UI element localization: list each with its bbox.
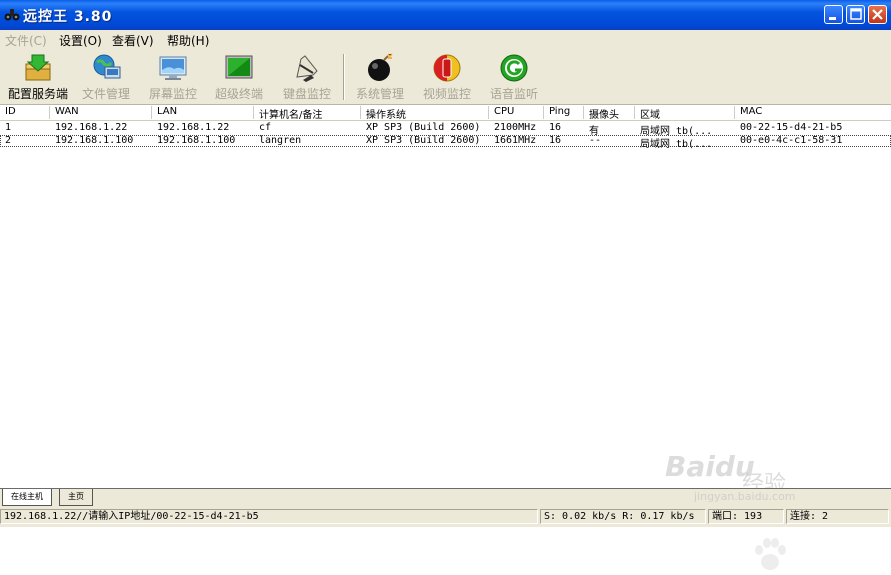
status-address: 192.168.1.22//请输入IP地址/00-22-15-d4-21-b5 xyxy=(0,509,538,524)
status-connections: 连接: 2 xyxy=(786,509,889,524)
table-row[interactable]: 2 192.168.1.100 192.168.1.100 langren XP… xyxy=(0,135,891,150)
voice-monitor-button[interactable]: 语音监听 xyxy=(488,53,540,102)
cell-wan: 192.168.1.22 xyxy=(55,122,128,133)
maximize-icon xyxy=(850,8,862,20)
cell-id: 1 xyxy=(5,122,12,133)
menu-bar: 文件(C) 设置(O) 查看(V) 帮助(H) xyxy=(0,30,891,50)
host-list-header: ID WAN LAN 计算机名/备注 操作系统 CPU Ping 摄像头 区域 … xyxy=(0,105,891,121)
cell-computer-name: langren xyxy=(259,135,302,146)
screen-monitor-icon xyxy=(159,56,187,80)
minimize-button[interactable] xyxy=(824,5,843,24)
status-port: 端口: 193 xyxy=(708,509,784,524)
cell-ping: 16 xyxy=(549,122,562,133)
cell-wan: 192.168.1.100 xyxy=(55,135,134,146)
cell-computer-name: cf xyxy=(259,122,272,133)
file-manager-button[interactable]: 文件管理 xyxy=(80,53,132,102)
col-mac[interactable]: MAC xyxy=(735,106,891,119)
cell-camera: -- xyxy=(589,135,602,146)
cell-os: XP SP3 (Build 2600) xyxy=(366,122,481,133)
system-manage-icon xyxy=(368,53,393,81)
cell-region: 局域网 tb(... xyxy=(640,139,713,150)
cell-id: 2 xyxy=(5,135,12,146)
menu-file[interactable]: 文件(C) xyxy=(5,32,47,49)
video-monitor-button[interactable]: 视频监控 xyxy=(421,53,473,102)
close-icon xyxy=(872,9,883,20)
cell-cpu: 2100MHz xyxy=(494,122,537,133)
col-computer-name[interactable]: 计算机名/备注 xyxy=(254,106,361,121)
config-server-icon xyxy=(25,54,51,81)
menu-settings[interactable]: 设置(O) xyxy=(59,32,102,49)
cell-os: XP SP3 (Build 2600) xyxy=(366,135,481,146)
toolbar: 配置服务端 文件管理 屏幕监控 超级终端 键盘监控 系统管理 视频监控 语音监听 xyxy=(0,50,891,105)
system-manage-button[interactable]: 系统管理 xyxy=(354,53,406,102)
minimize-icon xyxy=(829,17,836,20)
title-bar[interactable]: 远控王 3.80 xyxy=(0,0,891,30)
cell-lan: 192.168.1.22 xyxy=(157,122,230,133)
status-speed: S: 0.02 kb/s R: 0.17 kb/s xyxy=(540,509,706,524)
col-id[interactable]: ID xyxy=(0,106,50,119)
col-wan[interactable]: WAN xyxy=(50,106,152,119)
col-region[interactable]: 区域 xyxy=(635,106,735,121)
col-ping[interactable]: Ping xyxy=(544,106,584,119)
cell-mac: 00-e0-4c-c1-58-31 xyxy=(740,135,843,146)
col-cpu[interactable]: CPU xyxy=(489,106,544,119)
cell-ping: 16 xyxy=(549,135,562,146)
table-row[interactable]: 1 192.168.1.22 192.168.1.22 cf XP SP3 (B… xyxy=(0,122,891,137)
cell-mac: 00-22-15-d4-21-b5 xyxy=(740,122,843,133)
screen-monitor-button[interactable]: 屏幕监控 xyxy=(147,53,199,102)
menu-help[interactable]: 帮助(H) xyxy=(167,32,209,49)
col-lan[interactable]: LAN xyxy=(152,106,254,119)
cell-lan: 192.168.1.100 xyxy=(157,135,236,146)
voice-monitor-icon xyxy=(500,54,528,82)
window-title: 远控王 3.80 xyxy=(23,9,113,25)
menu-view[interactable]: 查看(V) xyxy=(112,32,154,49)
col-os[interactable]: 操作系统 xyxy=(361,106,489,121)
status-bar: 192.168.1.22//请输入IP地址/00-22-15-d4-21-b5 … xyxy=(0,507,891,527)
tab-home[interactable]: 主页 xyxy=(59,489,93,506)
host-list[interactable]: ID WAN LAN 计算机名/备注 操作系统 CPU Ping 摄像头 区域 … xyxy=(0,105,891,570)
toolbar-separator xyxy=(343,54,345,100)
tab-strip: 在线主机 主页 jingyan.baidu.com xyxy=(0,488,891,507)
terminal-button[interactable]: 超级终端 xyxy=(213,53,265,102)
keyboard-monitor-button[interactable]: 键盘监控 xyxy=(281,53,333,102)
baidu-paw-icon xyxy=(755,538,786,570)
app-icon xyxy=(4,9,20,21)
video-monitor-icon xyxy=(433,54,461,82)
watermark-url: jingyan.baidu.com xyxy=(694,490,796,503)
col-camera[interactable]: 摄像头 xyxy=(584,106,635,121)
tab-online-hosts[interactable]: 在线主机 xyxy=(2,489,52,506)
cell-cpu: 1661MHz xyxy=(494,135,537,146)
maximize-button[interactable] xyxy=(846,5,865,24)
keyboard-monitor-icon xyxy=(296,55,318,82)
close-button[interactable] xyxy=(868,5,887,24)
config-server-button[interactable]: 配置服务端 xyxy=(6,53,70,102)
terminal-icon xyxy=(225,55,253,79)
file-manager-icon xyxy=(93,54,121,79)
